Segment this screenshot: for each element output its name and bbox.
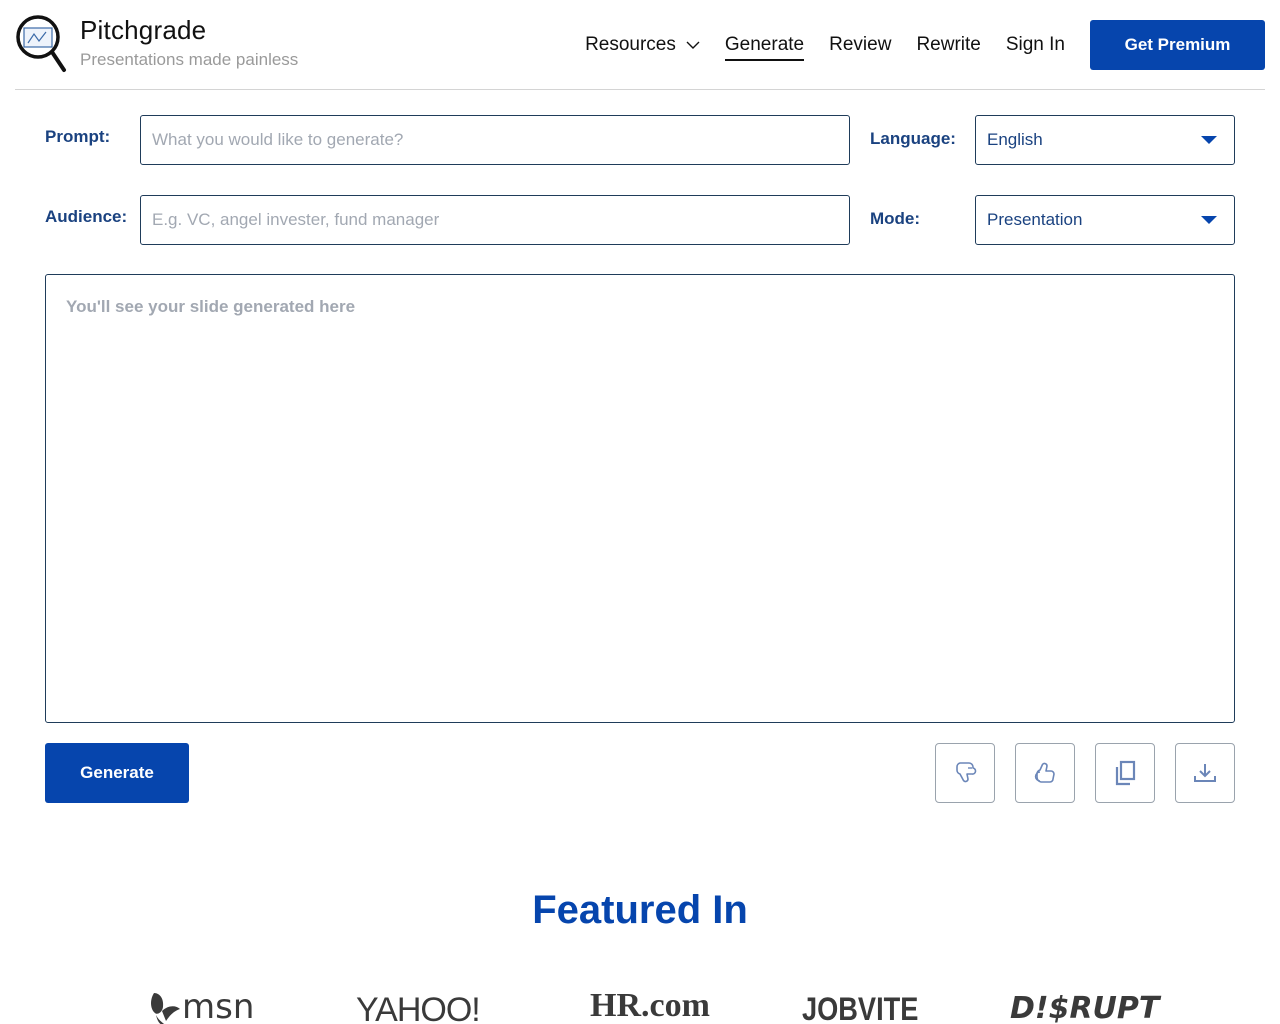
download-icon xyxy=(1194,764,1216,782)
brand-tagline: Presentations made painless xyxy=(80,50,299,69)
download-button[interactable] xyxy=(1175,743,1235,803)
slide-output-area[interactable]: You'll see your slide generated here xyxy=(45,274,1235,723)
generate-button[interactable]: Generate xyxy=(45,743,189,803)
msn-logo: msn xyxy=(148,987,254,1024)
hr-com-logo-text: HR.com xyxy=(590,987,710,1024)
prompt-input[interactable] xyxy=(140,115,850,165)
brand-name[interactable]: Pitchgrade xyxy=(80,15,206,46)
thumbs-down-button[interactable] xyxy=(935,743,995,803)
main-nav: Resources Generate Review Rewrite Sign I… xyxy=(560,30,1065,61)
language-label: Language: xyxy=(870,129,956,148)
caret-down-icon xyxy=(1201,136,1217,144)
mode-label: Mode: xyxy=(870,209,921,228)
copy-button[interactable] xyxy=(1095,743,1155,803)
hr-com-logo: HR.com xyxy=(590,987,710,1024)
language-selected-value: English xyxy=(987,130,1043,149)
thumbs-up-button[interactable] xyxy=(1015,743,1075,803)
nav-resources-label: Resources xyxy=(585,34,676,55)
magnifier-chart-icon[interactable] xyxy=(15,14,67,74)
yahoo-logo: YAHOO! xyxy=(356,991,481,1024)
thumbs-up-icon xyxy=(1034,762,1055,783)
prompt-label: Prompt: xyxy=(45,127,111,146)
audience-label: Audience: xyxy=(45,207,128,226)
site-header: Pitchgrade Presentations made painless R… xyxy=(15,0,1265,90)
nav-rewrite[interactable]: Rewrite xyxy=(916,31,980,59)
copy-icon xyxy=(1115,760,1136,786)
nav-resources[interactable]: Resources xyxy=(585,31,700,59)
featured-in-heading: Featured In xyxy=(532,888,748,932)
caret-down-icon xyxy=(1201,216,1217,224)
nav-generate[interactable]: Generate xyxy=(724,31,805,61)
disrupt-logo: D!$RUPT xyxy=(1010,991,1160,1024)
language-select[interactable]: English xyxy=(975,115,1235,165)
audience-input[interactable] xyxy=(140,195,850,245)
msn-logo-text: msn xyxy=(182,987,255,1024)
nav-sign-in[interactable]: Sign In xyxy=(1006,31,1065,59)
mode-selected-value: Presentation xyxy=(987,210,1083,229)
jobvite-logo: JOBVITE xyxy=(802,991,919,1024)
get-premium-button[interactable]: Get Premium xyxy=(1090,20,1265,70)
mode-select[interactable]: Presentation xyxy=(975,195,1235,245)
press-logos: msn YAHOO! HR.com JOBVITE D!$RUPT xyxy=(0,985,1280,1024)
butterfly-icon xyxy=(151,993,180,1024)
nav-review[interactable]: Review xyxy=(829,31,891,59)
output-placeholder: You'll see your slide generated here xyxy=(66,297,356,316)
thumbs-down-icon xyxy=(956,762,977,783)
chevron-down-icon xyxy=(686,41,700,49)
